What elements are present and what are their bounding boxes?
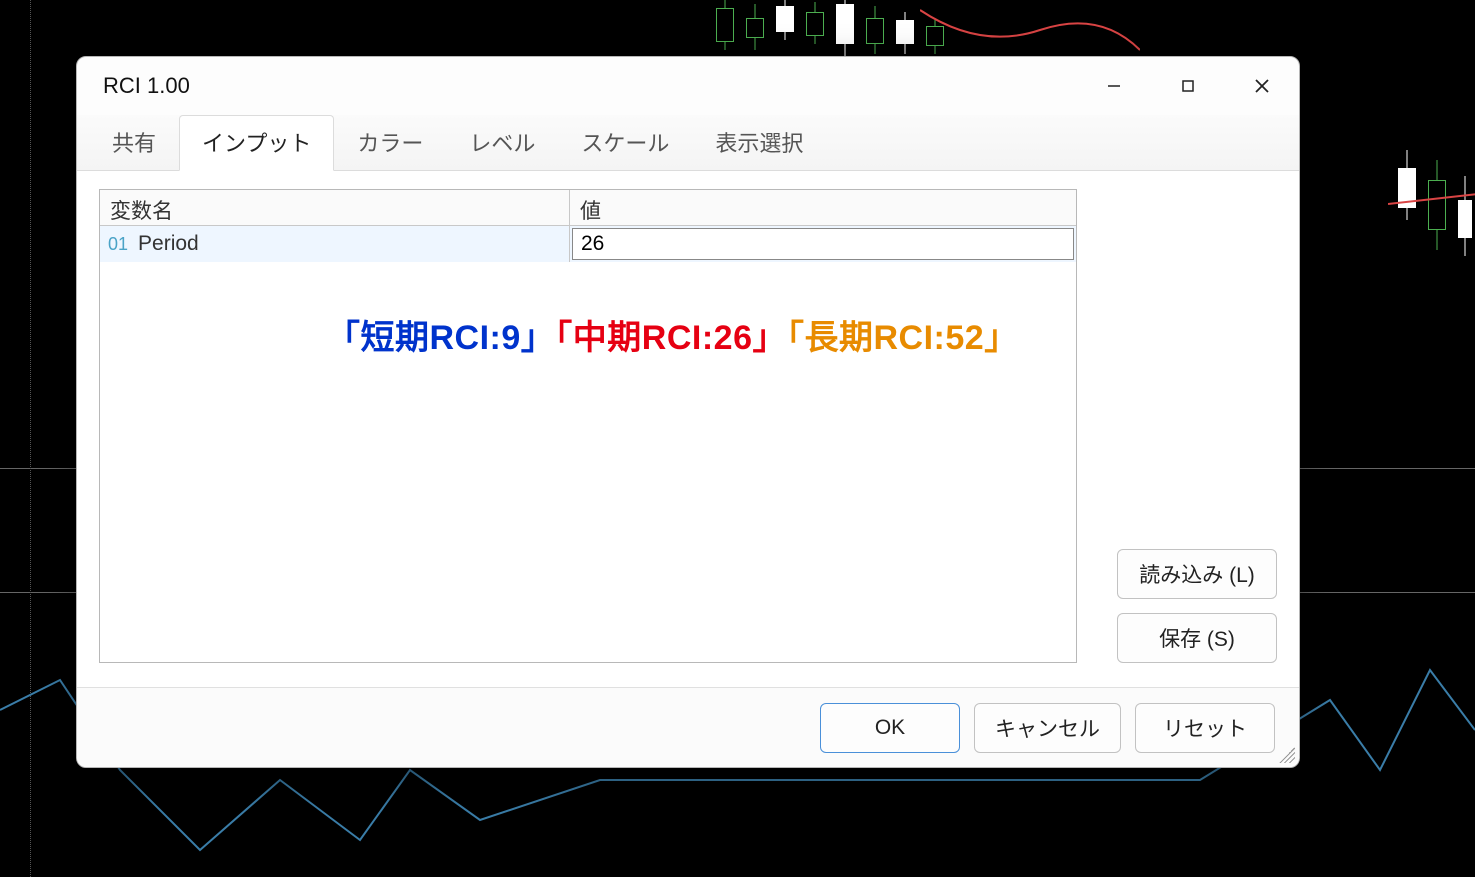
annotation-overlay: 「短期RCI:9」「中期RCI:26」「長期RCI:52」: [326, 310, 1019, 359]
tab-share[interactable]: 共有: [89, 115, 179, 171]
content-area: 変数名 値 01 Period 「短期RCI:9」「中期RCI:26」「長期RC…: [77, 171, 1299, 687]
save-button[interactable]: 保存 (S): [1117, 613, 1277, 663]
ok-button[interactable]: OK: [820, 703, 960, 753]
tab-color[interactable]: カラー: [334, 115, 446, 171]
tab-bar: 共有 インプット カラー レベル スケール 表示選択: [77, 115, 1299, 171]
maximize-button[interactable]: [1151, 57, 1225, 115]
side-buttons: 読み込み (L) 保存 (S): [1117, 549, 1277, 663]
tab-scale[interactable]: スケール: [558, 115, 692, 171]
period-input[interactable]: [572, 228, 1074, 260]
minimize-button[interactable]: [1077, 57, 1151, 115]
cancel-button[interactable]: キャンセル: [974, 703, 1121, 753]
annotation-long: 「長期RCI:52」: [787, 319, 1019, 357]
column-value-header: 値: [570, 190, 1076, 225]
load-button[interactable]: 読み込み (L): [1117, 549, 1277, 599]
close-button[interactable]: [1225, 57, 1299, 115]
annotation-short: 「短期RCI:9」: [326, 319, 555, 357]
column-name-header: 変数名: [100, 190, 570, 225]
tab-level[interactable]: レベル: [446, 115, 558, 171]
parameters-grid: 変数名 値 01 Period 「短期RCI:9」「中期RCI:26」「長期RC…: [99, 189, 1077, 663]
rci-settings-dialog: RCI 1.00 共有 インプット カラー レベル スケール 表示選択 変数名 …: [76, 56, 1300, 768]
grid-header: 変数名 値: [100, 190, 1076, 226]
row-label: Period: [138, 232, 199, 256]
annotation-mid: 「中期RCI:26」: [555, 319, 787, 357]
table-row[interactable]: 01 Period: [100, 226, 1076, 262]
reset-button[interactable]: リセット: [1135, 703, 1275, 753]
dialog-footer: OK キャンセル リセット: [77, 687, 1299, 767]
titlebar: RCI 1.00: [77, 57, 1299, 115]
resize-grip-icon[interactable]: [1279, 747, 1295, 763]
window-title: RCI 1.00: [103, 73, 190, 99]
window-controls: [1077, 57, 1299, 115]
tab-input[interactable]: インプット: [179, 115, 334, 171]
tab-display[interactable]: 表示選択: [692, 115, 826, 171]
row-number: 01: [108, 234, 128, 255]
